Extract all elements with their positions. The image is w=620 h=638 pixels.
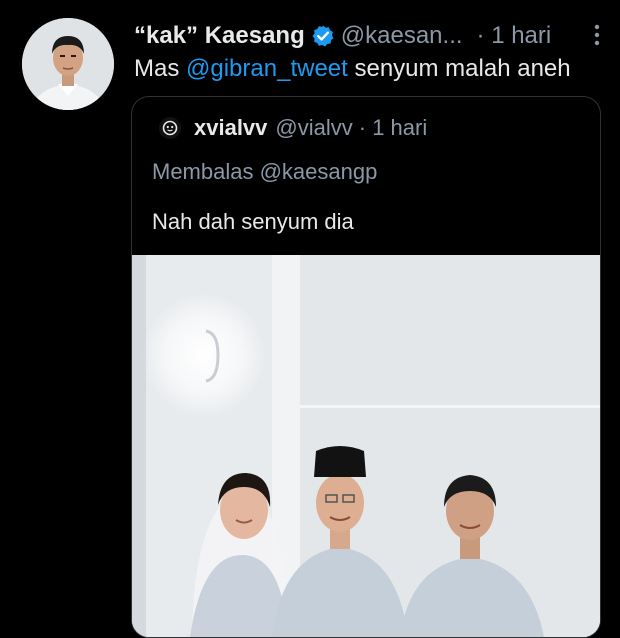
verified-badge-icon bbox=[311, 24, 335, 48]
more-vertical-icon[interactable] bbox=[592, 22, 602, 48]
quoted-tweet-photo[interactable] bbox=[132, 255, 600, 637]
quoted-tweet-card[interactable]: xvialvv @vialvv · 1 hari Membalas @kaesa… bbox=[131, 96, 601, 638]
avatar-portrait bbox=[22, 18, 114, 110]
reply-context: Membalas @kaesangp bbox=[152, 159, 378, 184]
quoted-tweet-timestamp[interactable]: · 1 hari bbox=[359, 115, 427, 141]
tweet-text-prefix: Mas bbox=[134, 55, 187, 82]
quoted-author-avatar[interactable] bbox=[158, 116, 182, 140]
author-name[interactable]: “kak” Kaesang bbox=[134, 22, 305, 50]
family-portrait-image bbox=[132, 255, 600, 637]
mention-link[interactable]: @gibran_tweet bbox=[186, 55, 348, 82]
tweet-timestamp[interactable]: · 1 hari bbox=[477, 22, 552, 50]
author-avatar[interactable] bbox=[22, 18, 114, 110]
quoted-tweet-text: Nah dah senyum dia bbox=[152, 209, 354, 234]
tweet-text: Mas @gibran_tweet senyum malah aneh bbox=[134, 55, 571, 83]
tweet-header: “kak” Kaesang @kaesan... · 1 hari bbox=[134, 20, 604, 52]
author-handle[interactable]: @kaesan... bbox=[341, 22, 463, 50]
tweet-text-suffix: senyum malah aneh bbox=[347, 55, 571, 82]
quoted-author-name[interactable]: xvialvv bbox=[194, 115, 267, 141]
quoted-author-handle[interactable]: @vialvv bbox=[275, 115, 352, 141]
quoted-tweet-header: xvialvv @vialvv · 1 hari bbox=[158, 115, 427, 141]
